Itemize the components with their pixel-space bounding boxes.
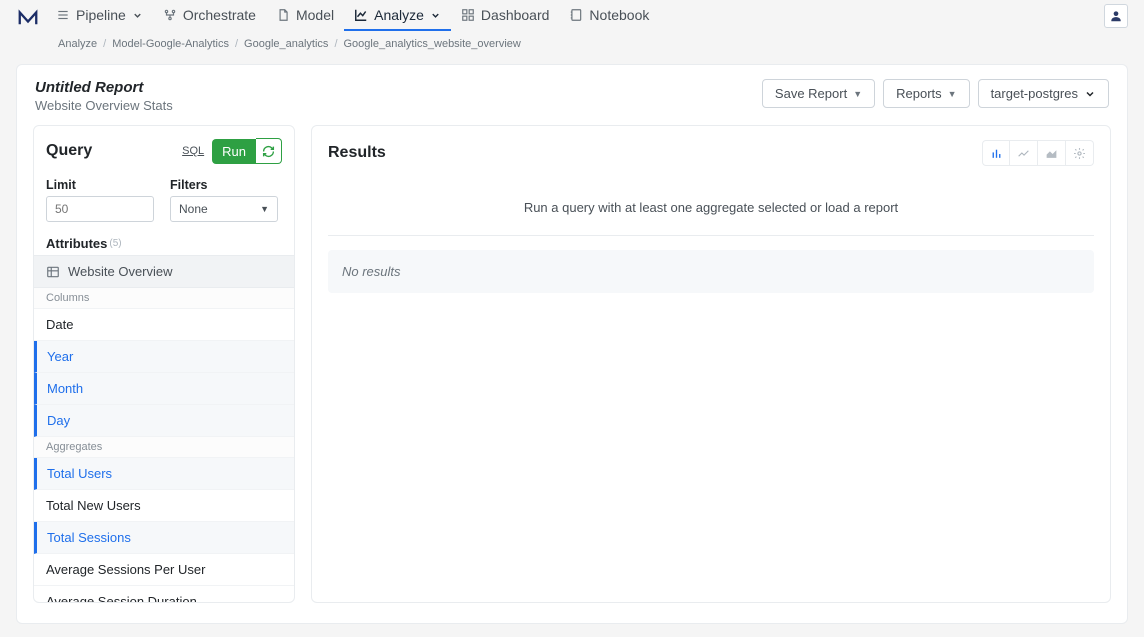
orchestrate-icon [163, 8, 177, 22]
target-select[interactable]: target-postgres [978, 79, 1109, 108]
limit-input[interactable] [46, 196, 154, 222]
breadcrumb-separator: / [334, 38, 337, 50]
breadcrumb: Analyze / Model-Google-Analytics / Google_an… [0, 32, 1144, 60]
document-icon [276, 8, 290, 22]
attribute-item[interactable]: Total New Users [34, 490, 294, 522]
nav-item-pipeline[interactable]: Pipeline [46, 1, 153, 31]
breadcrumb-item[interactable]: Google_analytics_website_overview [344, 38, 521, 50]
main-card: Untitled Report Website Overview Stats S… [16, 64, 1128, 624]
chart-type-toggles [982, 140, 1094, 166]
app-logo [16, 4, 40, 28]
user-menu[interactable] [1104, 4, 1128, 28]
divider [328, 235, 1094, 236]
source-label: Website Overview [68, 264, 173, 279]
reports-label: Reports [896, 86, 942, 101]
chevron-down-icon [132, 10, 143, 21]
nav-item-label: Model [296, 7, 334, 23]
nav-item-notebook[interactable]: Notebook [559, 1, 659, 31]
refresh-button[interactable] [256, 138, 282, 164]
nav-item-analyze[interactable]: Analyze [344, 1, 451, 31]
filters-value: None [179, 202, 208, 216]
chart-type-bar[interactable] [982, 140, 1010, 166]
reports-button[interactable]: Reports ▼ [883, 79, 969, 108]
table-icon [46, 265, 60, 279]
grid-icon [461, 8, 475, 22]
attribute-item[interactable]: Total Users [34, 458, 294, 490]
report-subtitle: Website Overview Stats [35, 98, 173, 113]
results-panel: Results Run a query with at [311, 125, 1111, 603]
nav-item-model[interactable]: Model [266, 1, 344, 31]
target-label: target-postgres [991, 86, 1078, 101]
aggregates-section-label: Aggregates [34, 437, 294, 458]
chevron-down-icon [430, 10, 441, 21]
save-report-label: Save Report [775, 86, 847, 101]
breadcrumb-item[interactable]: Model-Google-Analytics [112, 38, 229, 50]
breadcrumb-separator: / [235, 38, 238, 50]
notebook-icon [569, 8, 583, 22]
run-button[interactable]: Run [212, 139, 256, 164]
sql-link[interactable]: SQL [182, 145, 204, 157]
attribute-item[interactable]: Total Sessions [34, 522, 294, 554]
attribute-item[interactable]: Day [34, 405, 294, 437]
limit-label: Limit [46, 178, 154, 192]
chart-settings[interactable] [1066, 140, 1094, 166]
nav-item-label: Notebook [589, 7, 649, 23]
attribute-item[interactable]: Average Sessions Per User [34, 554, 294, 586]
attribute-item[interactable]: Year [34, 341, 294, 373]
query-panel: Query SQL Run Limit Filt [33, 125, 295, 603]
caret-down-icon: ▼ [260, 204, 269, 214]
nav-item-orchestrate[interactable]: Orchestrate [153, 1, 266, 31]
attributes-label: Attributes [46, 236, 107, 251]
chart-type-line[interactable] [1010, 140, 1038, 166]
attributes-count: (5) [109, 238, 121, 249]
report-header: Untitled Report Website Overview Stats S… [17, 65, 1127, 125]
filters-label: Filters [170, 178, 278, 192]
results-hint: Run a query with at least one aggregate … [328, 166, 1094, 235]
list-icon [56, 8, 70, 22]
chart-line-icon [354, 8, 368, 22]
results-heading: Results [328, 144, 386, 162]
query-heading: Query [46, 142, 92, 160]
caret-down-icon: ▼ [853, 89, 862, 99]
nav-item-dashboard[interactable]: Dashboard [451, 1, 560, 31]
attribute-item[interactable]: Average Session Duration [34, 586, 294, 603]
source-row[interactable]: Website Overview [34, 255, 294, 288]
top-nav: Pipeline Orchestrate Model Analyze Dashboard… [0, 0, 1144, 32]
nav-item-label: Dashboard [481, 7, 550, 23]
report-actions: Save Report ▼ Reports ▼ target-postgres [762, 79, 1109, 108]
breadcrumb-item[interactable]: Google_analytics [244, 38, 328, 50]
chevron-down-icon [1084, 88, 1096, 100]
report-title: Untitled Report [35, 79, 173, 96]
nav-item-label: Analyze [374, 7, 424, 23]
no-results-box: No results [328, 250, 1094, 293]
caret-down-icon: ▼ [948, 89, 957, 99]
nav-item-label: Orchestrate [183, 7, 256, 23]
chart-type-area[interactable] [1038, 140, 1066, 166]
columns-section-label: Columns [34, 288, 294, 309]
filters-select[interactable]: None ▼ [170, 196, 278, 222]
attribute-item[interactable]: Month [34, 373, 294, 405]
nav-item-label: Pipeline [76, 7, 126, 23]
breadcrumb-item[interactable]: Analyze [58, 38, 97, 50]
attribute-item[interactable]: Date [34, 309, 294, 341]
breadcrumb-separator: / [103, 38, 106, 50]
save-report-button[interactable]: Save Report ▼ [762, 79, 875, 108]
